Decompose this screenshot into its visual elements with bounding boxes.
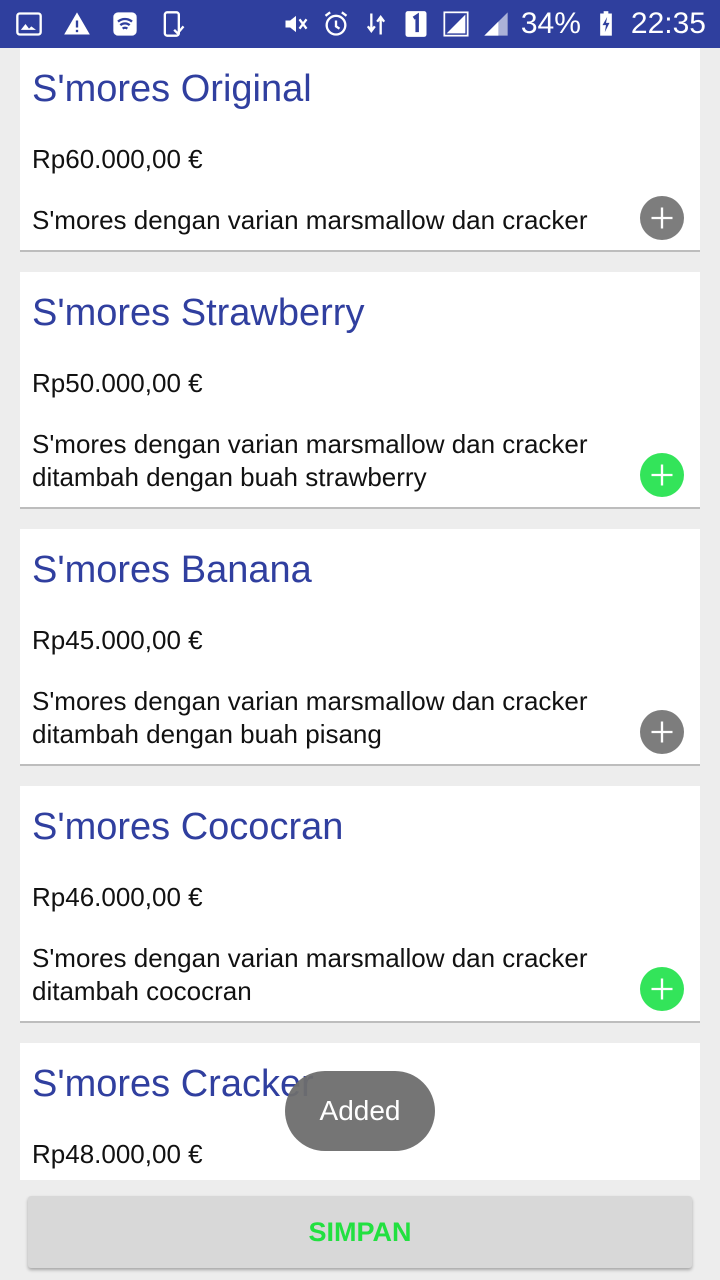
product-title: S'mores Original [32,68,312,110]
product-title: S'mores Banana [32,549,312,591]
wifi-hotspot-icon [110,9,140,39]
add-button[interactable] [640,196,684,240]
product-card: S'mores Banana Rp45.000,00 € S'mores den… [20,529,700,766]
mute-icon [281,9,311,39]
toast-message: Added [285,1071,435,1151]
product-price: Rp45.000,00 € [32,625,203,655]
clock: 22:35 [630,7,706,40]
battery-charging-icon [591,9,621,39]
product-price: Rp48.000,00 € [32,1139,203,1169]
phone-check-icon [158,9,188,39]
plus-icon [651,978,673,1000]
add-button[interactable] [640,710,684,754]
product-price: Rp50.000,00 € [32,368,203,398]
data-arrows-icon [361,9,391,39]
product-description: S'mores dengan varian marsmallow dan cra… [32,205,588,235]
plus-icon [651,207,673,229]
signal-2-icon [481,9,511,39]
product-price: Rp60.000,00 € [32,144,203,174]
product-list[interactable]: S'mores Original Rp60.000,00 € S'mores d… [20,48,700,1180]
warning-icon [62,9,92,39]
product-title: S'mores Strawberry [32,292,365,334]
product-title: S'mores Cococran [32,806,344,848]
save-button[interactable]: SIMPAN [28,1196,692,1268]
product-price: Rp46.000,00 € [32,882,203,912]
product-description: S'mores dengan varian marsmallow dan cra… [32,943,588,1006]
product-card: S'mores Original Rp60.000,00 € S'mores d… [20,48,700,252]
battery-percent: 34% [520,7,581,40]
add-button[interactable] [640,453,684,497]
product-title: S'mores Cracker [32,1063,314,1105]
sim-1-icon [401,9,431,39]
add-button[interactable] [640,967,684,1011]
plus-icon [651,721,673,743]
product-description: S'mores dengan varian marsmallow dan cra… [32,686,588,749]
plus-icon [651,464,673,486]
product-card: S'mores Strawberry Rp50.000,00 € S'mores… [20,272,700,509]
product-card: S'mores Cococran Rp46.000,00 € S'mores d… [20,786,700,1023]
image-icon [14,9,44,39]
product-description: S'mores dengan varian marsmallow dan cra… [32,429,588,492]
alarm-icon [321,9,351,39]
status-bar: 34% 22:35 [0,0,720,48]
signal-icon [441,9,471,39]
